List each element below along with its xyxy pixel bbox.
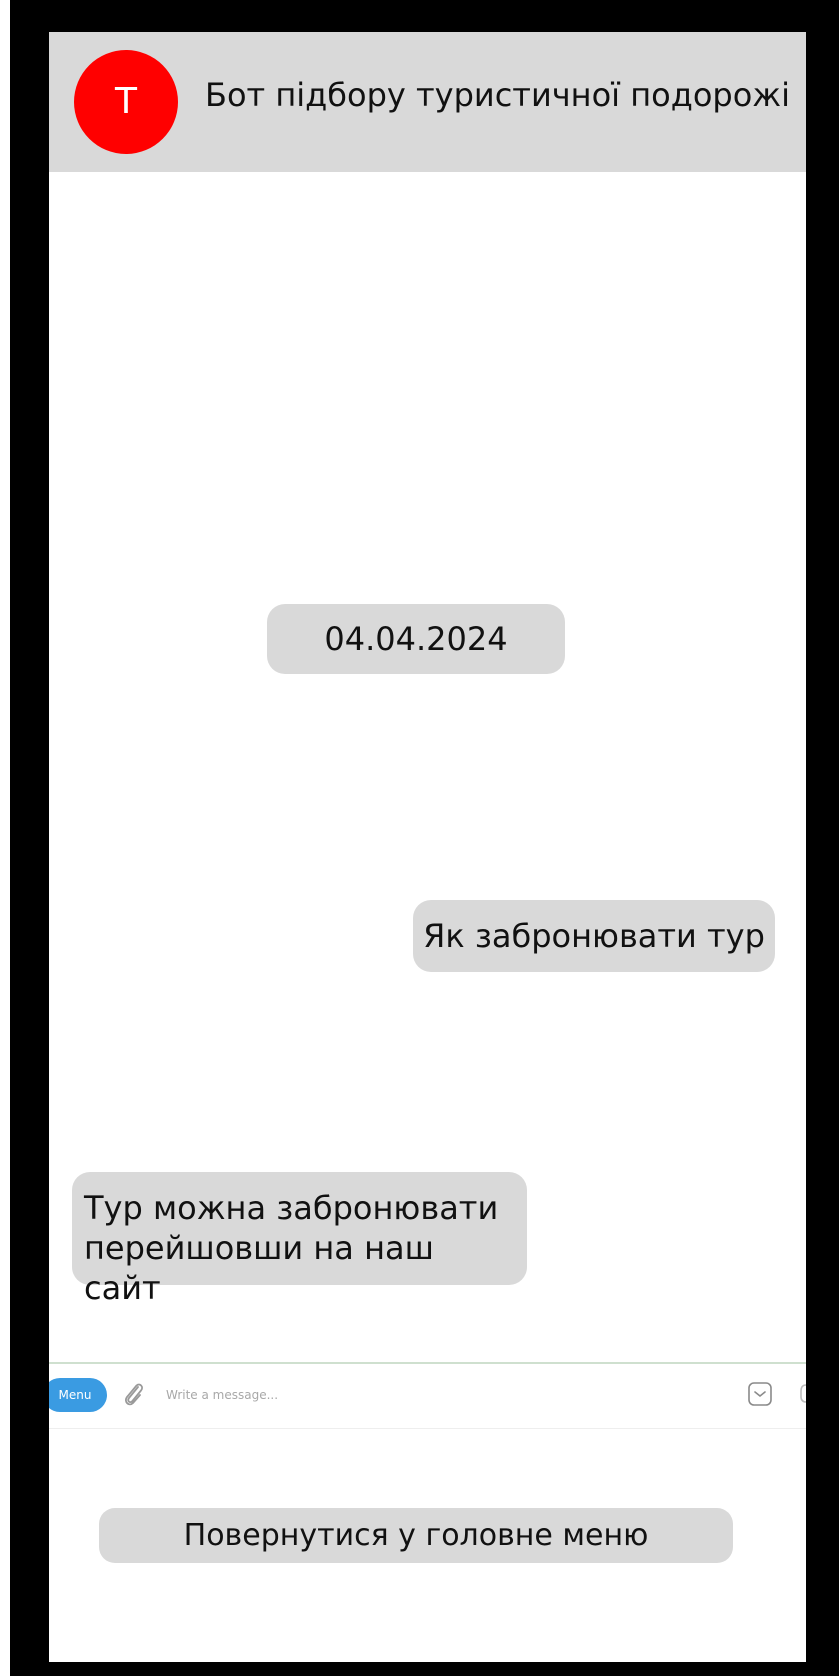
outgoing-message: Як забронювати тур	[413, 900, 775, 972]
menu-button[interactable]: Menu	[49, 1378, 107, 1412]
incoming-message-line-1: Тур можна забронювати	[84, 1189, 499, 1227]
chat-header: T Бот підбору туристичної подорожі	[49, 32, 806, 172]
incoming-message-line-2: перейшовши на наш сайт	[84, 1229, 434, 1307]
device-frame: T Бот підбору туристичної подорожі 04.04…	[0, 0, 839, 1676]
paperclip-icon[interactable]	[121, 1380, 147, 1410]
sticker-icon[interactable]	[747, 1381, 773, 1407]
chat-title: Бот підбору туристичної подорожі	[205, 76, 791, 114]
chat-screen: T Бот підбору туристичної подорожі 04.04…	[49, 32, 806, 1662]
date-separator: 04.04.2024	[267, 604, 565, 674]
frame-edge	[0, 0, 10, 1676]
bot-avatar[interactable]: T	[74, 50, 178, 154]
main-menu-button[interactable]: Повернутися у головне меню	[99, 1508, 733, 1563]
message-input[interactable]	[166, 1380, 686, 1410]
incoming-message: Тур можна забронювати перейшовши на наш …	[72, 1172, 527, 1307]
message-composer: Menu	[49, 1362, 806, 1429]
microphone-icon[interactable]	[797, 1381, 806, 1409]
